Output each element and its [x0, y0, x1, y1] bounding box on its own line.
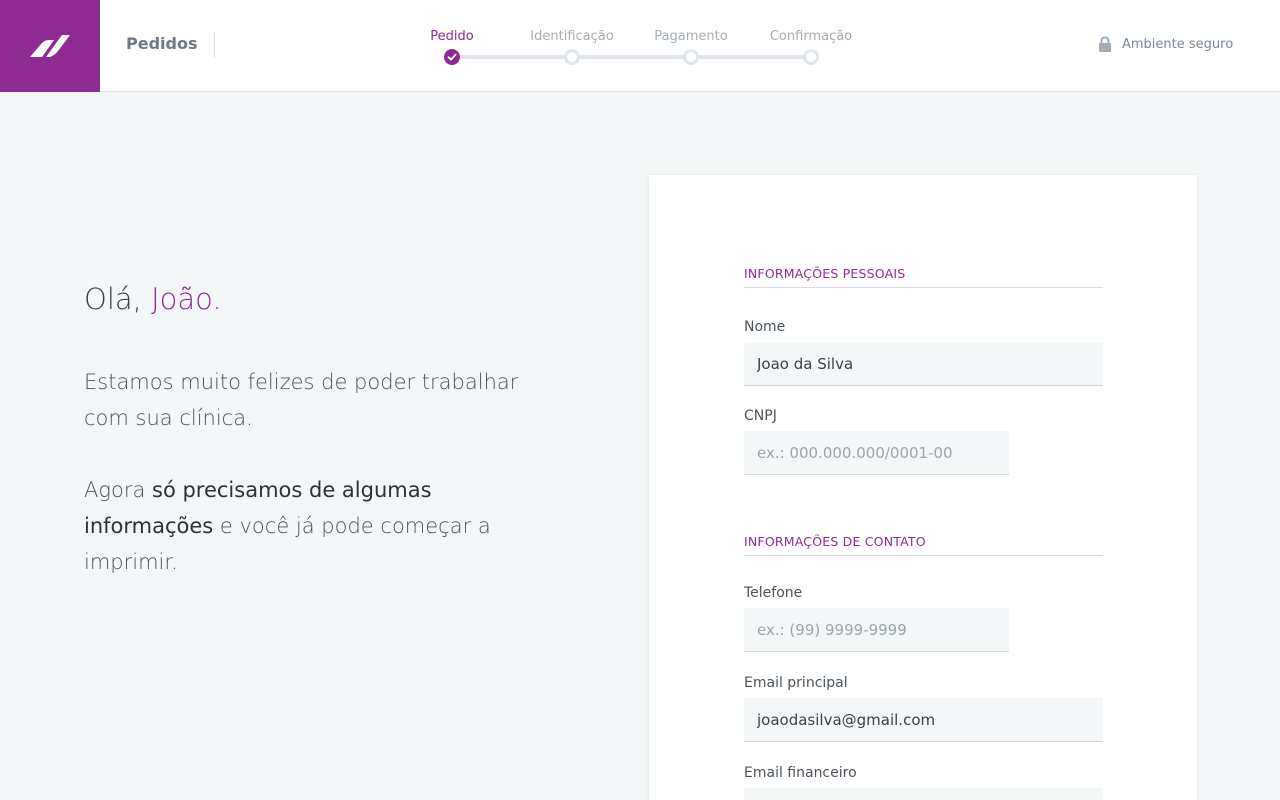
nome-label: Nome: [744, 319, 786, 335]
section-title-contact: INFORMAÇÕES DE CONTATO: [744, 534, 1103, 556]
brand-logo[interactable]: [0, 0, 100, 92]
step-label-pagamento[interactable]: Pagamento: [654, 29, 727, 44]
stepper-track: [452, 55, 811, 59]
brand-logo-icon: [30, 35, 70, 57]
step-label-pedido[interactable]: Pedido: [430, 29, 473, 44]
intro-paragraph-2: Agora só precisamos de algumas informaçõ…: [84, 472, 524, 580]
check-icon: [447, 53, 457, 61]
step-label-identificacao[interactable]: Identificação: [530, 29, 613, 44]
step-dot-pedido[interactable]: [444, 49, 460, 65]
section-title-personal: INFORMAÇÕES PESSOAIS: [744, 266, 1103, 288]
secure-label: Ambiente seguro: [1122, 37, 1234, 52]
email-input[interactable]: [744, 698, 1103, 742]
step-dot-pagamento[interactable]: [683, 49, 699, 65]
app-title: Pedidos: [126, 34, 198, 53]
greeting-prefix: Olá,: [84, 282, 152, 316]
top-header: Pedidos Pedido Identificação Pagamento C…: [0, 0, 1280, 92]
nome-input[interactable]: [744, 342, 1103, 386]
step-dot-confirmacao[interactable]: [803, 49, 819, 65]
header-divider: [214, 32, 215, 58]
telefone-label: Telefone: [744, 585, 803, 601]
step-dot-identificacao[interactable]: [564, 49, 580, 65]
email-label: Email principal: [744, 675, 848, 691]
registration-form-card: INFORMAÇÕES PESSOAIS Nome CNPJ INFORMAÇÕ…: [649, 175, 1197, 800]
step-label-confirmacao[interactable]: Confirmação: [770, 29, 852, 44]
intro-p2-start: Agora: [84, 478, 152, 502]
telefone-input[interactable]: [744, 608, 1009, 652]
secure-indicator: Ambiente seguro: [1098, 36, 1233, 53]
lock-icon: [1099, 36, 1111, 52]
email-financeiro-input[interactable]: [744, 788, 1103, 800]
cnpj-input[interactable]: [744, 431, 1009, 475]
intro-paragraph-1: Estamos muito felizes de poder trabalhar…: [84, 370, 519, 430]
email-financeiro-label: Email financeiro: [744, 765, 857, 781]
greeting-heading: Olá, João.: [84, 282, 222, 316]
cnpj-label: CNPJ: [744, 408, 777, 424]
greeting-name: João.: [151, 282, 222, 316]
